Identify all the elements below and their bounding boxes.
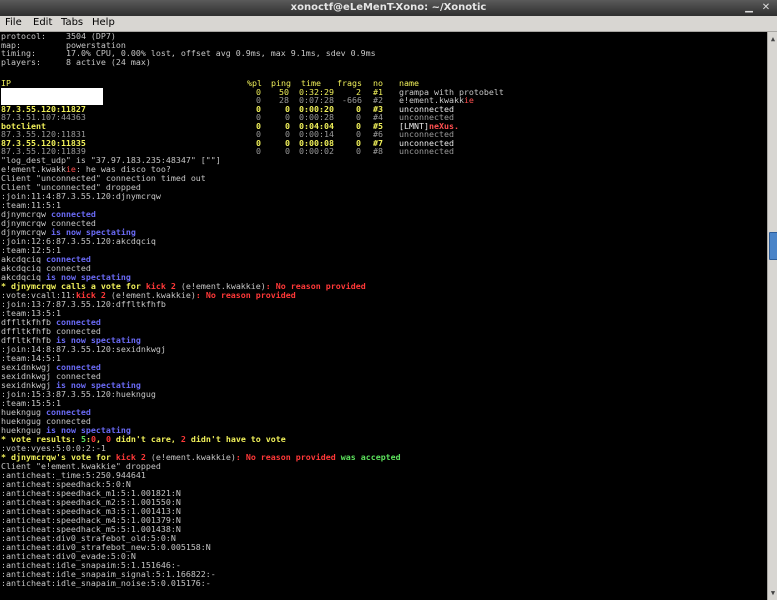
- window-title: xonoctf@eLeMenT-Xono: ~/Xonotic: [290, 2, 487, 13]
- window-titlebar[interactable]: xonoctf@eLeMenT-Xono: ~/Xonotic ▁ ✕: [0, 0, 777, 16]
- menubar: File Edit Tabs Help: [0, 16, 777, 32]
- minimize-icon[interactable]: ▁: [743, 2, 755, 14]
- menu-help[interactable]: Help: [92, 17, 115, 28]
- terminal-output[interactable]: protocol: 3504 (DP7) map: powerstation t…: [0, 32, 767, 600]
- status-players: players: 8 active (24 max): [1, 56, 151, 67]
- close-icon[interactable]: ✕: [760, 2, 772, 14]
- menu-edit[interactable]: Edit: [33, 17, 52, 28]
- vertical-scrollbar[interactable]: ▲ ▼: [767, 32, 777, 600]
- menu-file[interactable]: File: [5, 17, 22, 28]
- menu-tabs[interactable]: Tabs: [61, 17, 83, 28]
- scrollbar-thumb[interactable]: [769, 232, 777, 260]
- log-line: :anticheat:idle_snapaim_noise:5:0.015176…: [1, 577, 211, 588]
- scroll-down-icon[interactable]: ▼: [768, 588, 777, 598]
- scroll-up-icon[interactable]: ▲: [768, 34, 777, 44]
